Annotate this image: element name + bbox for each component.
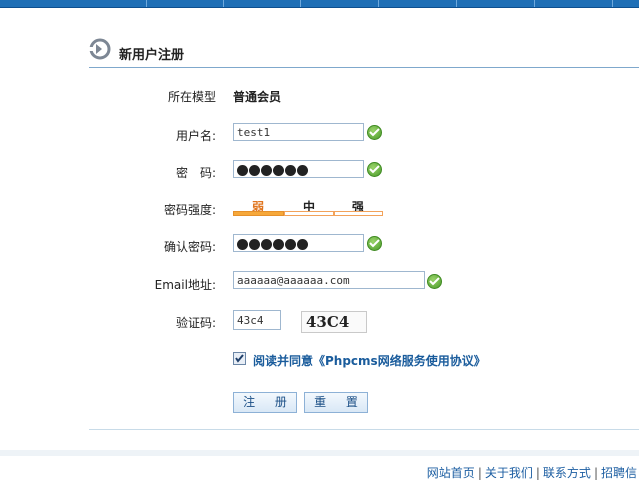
footer-link-contact[interactable]: 联系方式 xyxy=(543,466,591,480)
content-divider xyxy=(89,429,639,430)
captcha-text: 43C4 xyxy=(306,313,350,331)
username-input[interactable] xyxy=(233,123,364,141)
agree-link[interactable]: 阅读并同意《Phpcms网络服务使用协议》 xyxy=(253,352,486,369)
nav-divider xyxy=(534,0,535,7)
page-header: 新用户注册 xyxy=(89,37,639,68)
model-value: 普通会员 xyxy=(233,90,282,104)
footer-link-jobs[interactable]: 招聘信 xyxy=(601,466,637,480)
footer-link-home[interactable]: 网站首页 xyxy=(427,466,475,480)
footer-band xyxy=(0,450,639,456)
submit-button[interactable]: 注 册 xyxy=(233,392,297,413)
nav-divider xyxy=(223,0,224,7)
nav-divider xyxy=(612,0,613,7)
nav-divider xyxy=(146,0,147,7)
strength-bar-weak xyxy=(233,211,284,216)
nav-divider xyxy=(300,0,301,7)
check-icon xyxy=(367,236,382,251)
strength-bar-medium xyxy=(284,211,334,216)
arrow-icon xyxy=(89,38,111,60)
email-label: Email地址: xyxy=(154,278,216,292)
password-label: 密 码: xyxy=(175,166,216,180)
model-label: 所在模型 xyxy=(167,90,216,104)
footer-links: 网站首页 | 关于我们 | 联系方式 | 招聘信 xyxy=(426,466,637,480)
strength-label: 密码强度: xyxy=(163,203,216,217)
nav-divider xyxy=(456,0,457,7)
username-label: 用户名: xyxy=(175,129,216,143)
check-icon xyxy=(427,274,442,289)
top-nav-bar xyxy=(0,0,639,8)
confirm-password-input[interactable] xyxy=(233,234,364,252)
captcha-image[interactable]: 43C4 xyxy=(301,311,367,333)
captcha-label: 验证码: xyxy=(175,316,216,330)
confirm-label: 确认密码: xyxy=(163,240,216,254)
footer-link-about[interactable]: 关于我们 xyxy=(485,466,533,480)
check-icon xyxy=(367,162,382,177)
reset-button[interactable]: 重 置 xyxy=(304,392,368,413)
nav-divider xyxy=(378,0,379,7)
check-icon xyxy=(367,125,382,140)
agree-checkbox[interactable] xyxy=(233,352,246,365)
email-input[interactable] xyxy=(233,271,425,289)
page-title: 新用户注册 xyxy=(119,48,185,63)
strength-bar-strong xyxy=(334,211,383,216)
captcha-input[interactable] xyxy=(233,310,281,330)
password-input[interactable] xyxy=(233,160,364,178)
